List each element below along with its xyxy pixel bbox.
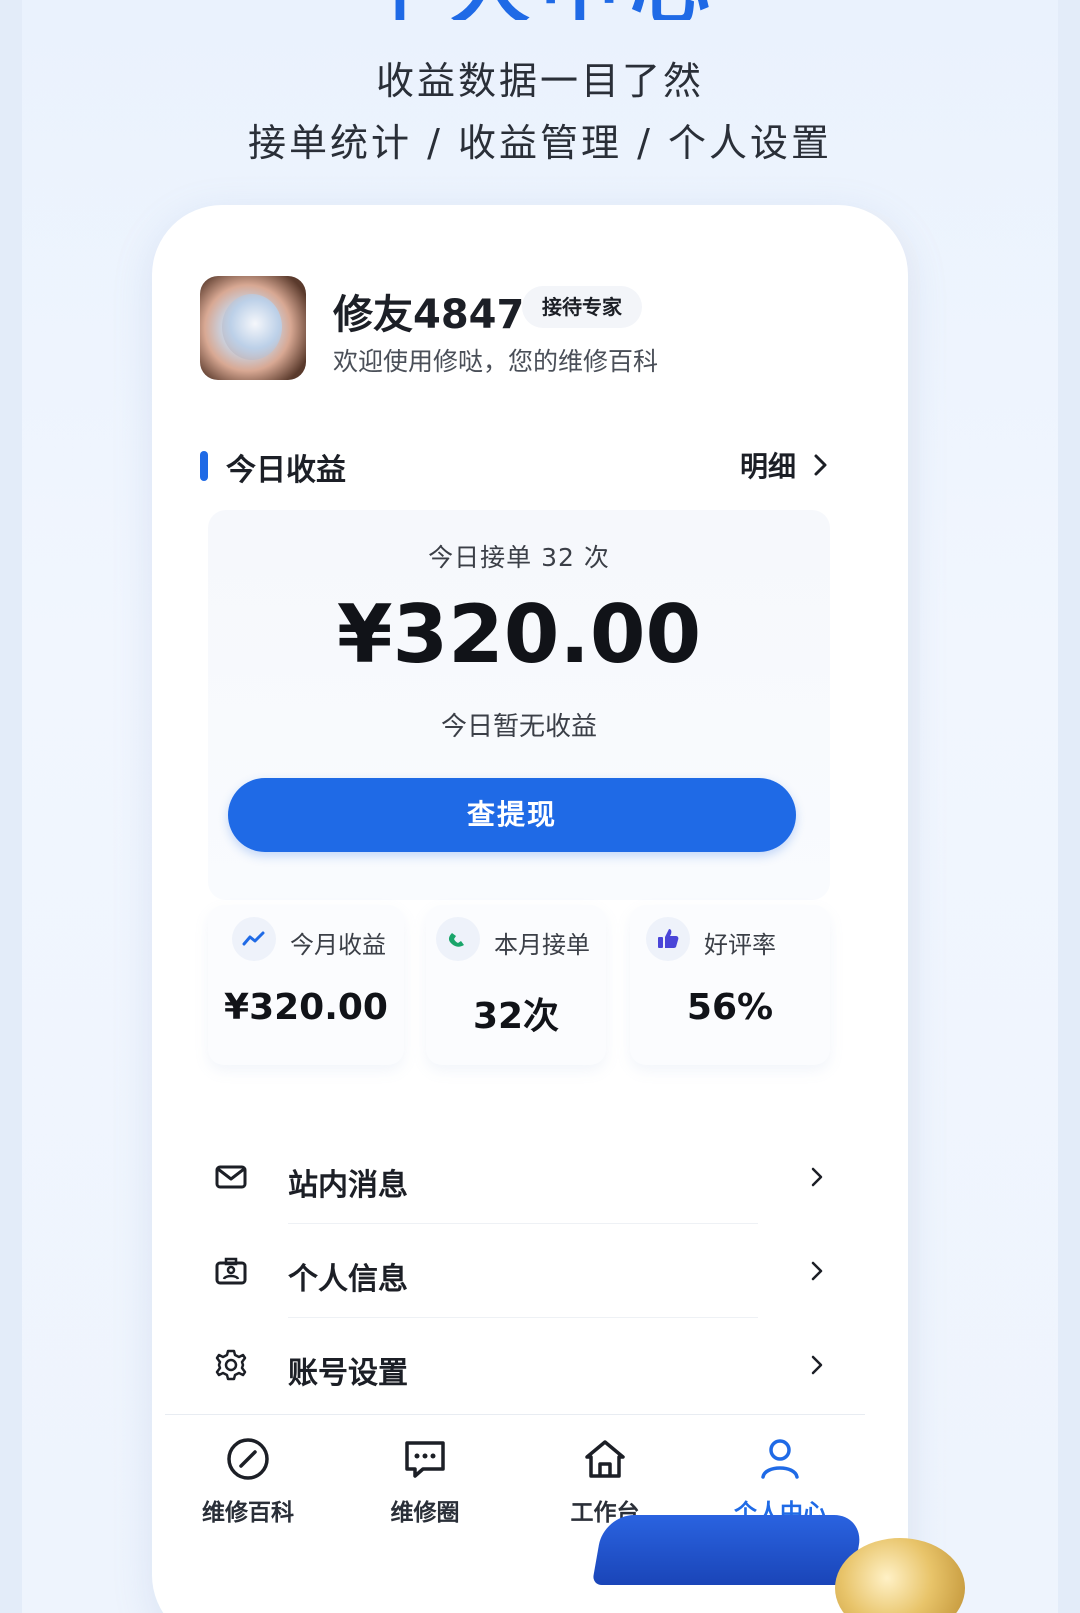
withdraw-button[interactable]: 查提现 <box>228 778 796 852</box>
gear-icon <box>215 1349 247 1381</box>
menu-label: 站内消息 <box>288 1168 408 1203</box>
stat-rating[interactable]: 好评率 56% <box>630 905 830 1065</box>
stat-label: 今月收益 <box>290 931 386 959</box>
home-icon <box>585 1440 625 1478</box>
id-card-icon <box>215 1257 247 1285</box>
menu-item-profile[interactable]: 个人信息 <box>208 1224 838 1318</box>
background-edge-right <box>1058 0 1080 1613</box>
chevron-right-icon <box>811 1355 823 1375</box>
phone-icon <box>436 917 480 961</box>
detail-label: 明细 <box>739 450 796 483</box>
compass-icon <box>227 1438 269 1480</box>
hero-features: 接单统计 / 收益管理 / 个人设置 <box>248 121 832 165</box>
orders-today-text: 今日接单 32 次 <box>428 543 610 572</box>
hero-subtitle: 收益数据一目了然 <box>375 59 704 103</box>
chevron-right-icon <box>811 1167 823 1187</box>
monthly-stats: 今月收益 ¥320.00 本月接单 32次 好评率 56% <box>208 905 830 1065</box>
mail-icon <box>215 1165 247 1189</box>
tab-label: 维修圈 <box>390 1500 460 1526</box>
profile-header[interactable]: 修友4847 接待专家 欢迎使用修哒，您的维修百科 <box>200 276 880 386</box>
stat-value: 56% <box>686 987 774 1028</box>
stat-monthly-orders[interactable]: 本月接单 32次 <box>426 905 606 1065</box>
menu-item-account-settings[interactable]: 账号设置 <box>208 1318 838 1412</box>
chat-icon <box>405 1441 445 1478</box>
earnings-panel: 今日接单 32 次 ¥320.00 今日暂无收益 查提现 <box>208 510 830 900</box>
menu-label: 个人信息 <box>288 1262 408 1297</box>
stat-value: 32次 <box>472 996 560 1037</box>
hero-title: 个人中心 <box>320 0 760 20</box>
menu-item-messages[interactable]: 站内消息 <box>208 1130 838 1224</box>
stat-label: 好评率 <box>704 931 776 959</box>
today-earnings-header: 今日收益 明细 <box>200 445 830 488</box>
chevron-right-icon <box>811 1261 823 1281</box>
tab-label: 维修百科 <box>202 1500 294 1526</box>
role-badge: 接待专家 <box>522 286 642 328</box>
background-edge-left <box>0 0 22 1613</box>
thumbs-up-icon <box>646 917 690 961</box>
chevron-right-icon <box>814 454 827 476</box>
stat-label: 本月接单 <box>494 931 590 959</box>
menu-label: 账号设置 <box>288 1356 408 1391</box>
nickname: 修友4847 <box>333 292 525 338</box>
user-icon <box>761 1439 799 1479</box>
avatar[interactable] <box>200 276 306 380</box>
stat-value: ¥320.00 <box>224 987 388 1028</box>
trend-up-icon <box>232 917 276 961</box>
tab-repair-wiki[interactable]: 维修百科 <box>173 1435 323 1535</box>
section-accent-bar <box>200 451 208 481</box>
tab-repair-circle[interactable]: 维修圈 <box>350 1435 500 1535</box>
detail-link[interactable]: 明细 <box>740 445 830 485</box>
decorative-blue-shape <box>591 1515 865 1585</box>
welcome-text: 欢迎使用修哒，您的维修百科 <box>333 347 659 376</box>
earnings-amount: ¥320.00 <box>336 588 702 681</box>
no-income-text: 今日暂无收益 <box>440 712 597 742</box>
stat-monthly-earnings[interactable]: 今月收益 ¥320.00 <box>208 905 404 1065</box>
section-title: 今日收益 <box>226 453 346 488</box>
